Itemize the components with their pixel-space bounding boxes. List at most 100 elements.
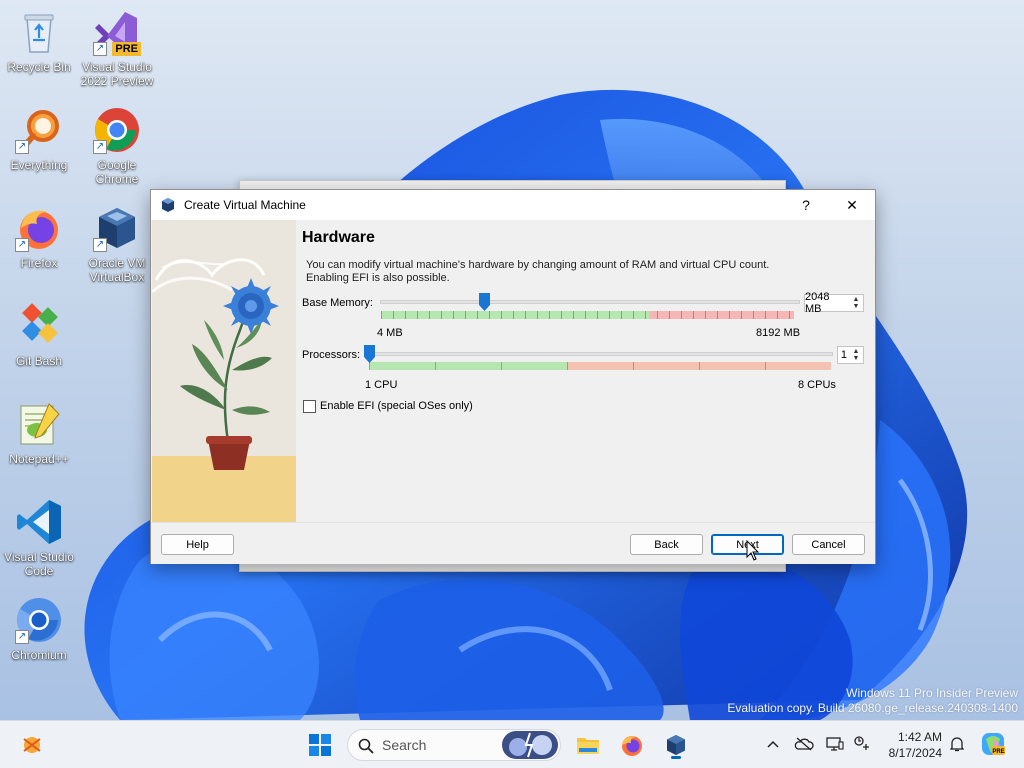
windows-watermark-edition: Windows 11 Pro Insider Preview bbox=[846, 686, 1018, 700]
base-memory-scale bbox=[381, 311, 794, 319]
create-vm-dialog: Create Virtual Machine ? ✕ Hardware You … bbox=[150, 189, 876, 564]
page-description: You can modify virtual machine's hardwar… bbox=[306, 259, 776, 285]
desktop-icon-recycle-bin[interactable]: Recycle Bin bbox=[0, 8, 78, 74]
processors-slider-thumb[interactable] bbox=[364, 345, 375, 363]
shortcut-arrow-icon: ↗ bbox=[15, 630, 29, 644]
file-explorer-icon[interactable] bbox=[572, 729, 604, 761]
everything-search-icon: ↗ bbox=[15, 106, 63, 154]
desktop-icon-label: Recycle Bin bbox=[7, 60, 71, 74]
desktop-icon-label-line1: Oracle VM bbox=[88, 256, 146, 270]
page-heading: Hardware bbox=[302, 229, 375, 246]
help-button[interactable]: Help bbox=[161, 534, 234, 555]
desktop-icon-label-line2: Code bbox=[24, 564, 54, 578]
svg-text:PRE: PRE bbox=[992, 749, 1004, 755]
base-memory-label: Base Memory: bbox=[302, 297, 373, 309]
onedrive-icon[interactable] bbox=[794, 734, 814, 754]
base-memory-spinbox[interactable]: 2048 MB ▲ ▼ bbox=[804, 291, 864, 315]
processors-scale bbox=[369, 362, 831, 370]
back-button[interactable]: Back bbox=[630, 534, 703, 555]
shortcut-arrow-icon: ↗ bbox=[15, 238, 29, 252]
desktop-icon-git-bash[interactable]: Git Bash bbox=[0, 302, 78, 368]
desktop-icon-visual-studio-2022-preview[interactable]: PRE ↗ Visual Studio 2022 Preview bbox=[78, 8, 156, 88]
desktop-icon-firefox[interactable]: ↗ Firefox bbox=[0, 204, 78, 270]
notepadpp-icon bbox=[15, 400, 63, 448]
chrome-icon: ↗ bbox=[93, 106, 141, 154]
processors-value: 1 bbox=[840, 349, 847, 361]
base-memory-min-label: 4 MB bbox=[377, 327, 403, 339]
chevron-up-icon[interactable] bbox=[763, 734, 783, 754]
dialog-button-bar: Help Back Next Cancel bbox=[151, 522, 875, 564]
shortcut-arrow-icon: ↗ bbox=[93, 140, 107, 154]
desktop-icon-google-chrome[interactable]: ↗ Google Chrome bbox=[78, 106, 156, 186]
context-help-button[interactable]: ? bbox=[783, 190, 829, 220]
desktop-icon-chromium[interactable]: ↗ Chromium bbox=[0, 596, 78, 662]
desktop-icon-label-line1: Visual Studio bbox=[4, 550, 74, 564]
clock-date: 8/17/2024 bbox=[888, 746, 942, 760]
clock-time: 1:42 AM bbox=[897, 730, 942, 744]
taskbar: Search 1:42 AM 8/17/2024 PRE bbox=[0, 720, 1024, 768]
enable-efi-checkbox[interactable] bbox=[303, 400, 316, 413]
visual-studio-icon: PRE ↗ bbox=[93, 8, 141, 56]
search-highlight-art-icon bbox=[502, 731, 558, 759]
display-icon[interactable] bbox=[825, 734, 845, 754]
spin-arrows-icon[interactable]: ▲ ▼ bbox=[850, 296, 862, 310]
recycle-bin-icon bbox=[15, 8, 63, 56]
shortcut-arrow-icon: ↗ bbox=[15, 140, 29, 154]
processors-spinbox[interactable]: 1 ▲ ▼ bbox=[837, 346, 864, 364]
firefox-icon[interactable] bbox=[616, 729, 648, 761]
virtualbox-icon bbox=[160, 197, 176, 213]
windows-watermark-build: Evaluation copy. Build 26080.ge_release.… bbox=[727, 701, 1018, 715]
desktop-icon-label: Chromium bbox=[11, 648, 67, 662]
processors-max-label: 8 CPUs bbox=[798, 379, 836, 391]
desktop-icon-label-line1: Visual Studio bbox=[82, 60, 152, 74]
enable-efi-label[interactable]: Enable EFI (special OSes only) bbox=[320, 400, 473, 412]
desktop-icon-oracle-vm-virtualbox[interactable]: ↗ Oracle VM VirtualBox bbox=[78, 204, 156, 284]
desktop-icon-label-line2: Chrome bbox=[95, 172, 139, 186]
base-memory-max-label: 8192 MB bbox=[756, 327, 801, 339]
processors-ticks bbox=[369, 362, 831, 370]
desktop-icon-label: Firefox bbox=[20, 256, 58, 270]
system-clock[interactable]: 1:42 AM 8/17/2024 bbox=[889, 729, 942, 761]
firefox-icon: ↗ bbox=[15, 204, 63, 252]
start-icon[interactable] bbox=[304, 729, 336, 761]
dialog-title: Create Virtual Machine bbox=[184, 198, 306, 212]
base-memory-slider-track[interactable] bbox=[380, 300, 800, 304]
virtualbox-icon[interactable] bbox=[660, 729, 692, 761]
desktop-icon-everything[interactable]: ↗ Everything bbox=[0, 106, 78, 172]
widgets-weather-icon[interactable] bbox=[16, 729, 48, 761]
copilot-icon[interactable]: PRE bbox=[980, 731, 1006, 757]
desktop-icon-label-line2: VirtualBox bbox=[89, 270, 145, 284]
processors-min-label: 1 CPU bbox=[365, 379, 398, 391]
taskbar-search-box[interactable]: Search bbox=[347, 729, 561, 761]
page-description-line2: Enabling EFI is also possible. bbox=[306, 272, 450, 284]
page-description-line1: You can modify virtual machine's hardwar… bbox=[306, 259, 770, 271]
desktop-icon-label: Notepad++ bbox=[9, 452, 69, 466]
notification-bell-icon[interactable] bbox=[947, 734, 967, 754]
desktop-icon-visual-studio-code[interactable]: Visual Studio Code bbox=[0, 498, 78, 578]
vscode-icon bbox=[15, 498, 63, 546]
base-memory-ticks bbox=[381, 311, 794, 319]
search-placeholder: Search bbox=[382, 737, 427, 753]
accessibility-icon[interactable] bbox=[852, 734, 872, 754]
base-memory-value: 2048 MB bbox=[805, 291, 830, 315]
processors-slider-track[interactable] bbox=[369, 352, 833, 356]
close-button[interactable]: ✕ bbox=[829, 190, 875, 220]
spin-arrows-icon[interactable]: ▲ ▼ bbox=[850, 348, 862, 362]
base-memory-slider-thumb[interactable] bbox=[479, 293, 491, 311]
chromium-icon: ↗ bbox=[15, 596, 63, 644]
dialog-titlebar[interactable]: Create Virtual Machine ? ✕ bbox=[151, 190, 875, 220]
processors-label: Processors: bbox=[302, 349, 361, 361]
desktop-icon-label-line1: Google bbox=[97, 158, 137, 172]
active-app-indicator bbox=[671, 756, 681, 759]
shortcut-arrow-icon: ↗ bbox=[93, 42, 107, 56]
wizard-illustration bbox=[152, 220, 296, 522]
desktop-icon-notepadpp[interactable]: Notepad++ bbox=[0, 400, 78, 466]
desktop-icon-label: Git Bash bbox=[15, 354, 63, 368]
desktop-icon-label: Everything bbox=[10, 158, 68, 172]
mouse-cursor-icon bbox=[746, 539, 760, 562]
git-bash-icon bbox=[15, 302, 63, 350]
virtualbox-icon: ↗ bbox=[93, 204, 141, 252]
preview-badge: PRE bbox=[112, 42, 141, 56]
cancel-button[interactable]: Cancel bbox=[792, 534, 865, 555]
desktop-icon-label-line2: 2022 Preview bbox=[80, 74, 154, 88]
